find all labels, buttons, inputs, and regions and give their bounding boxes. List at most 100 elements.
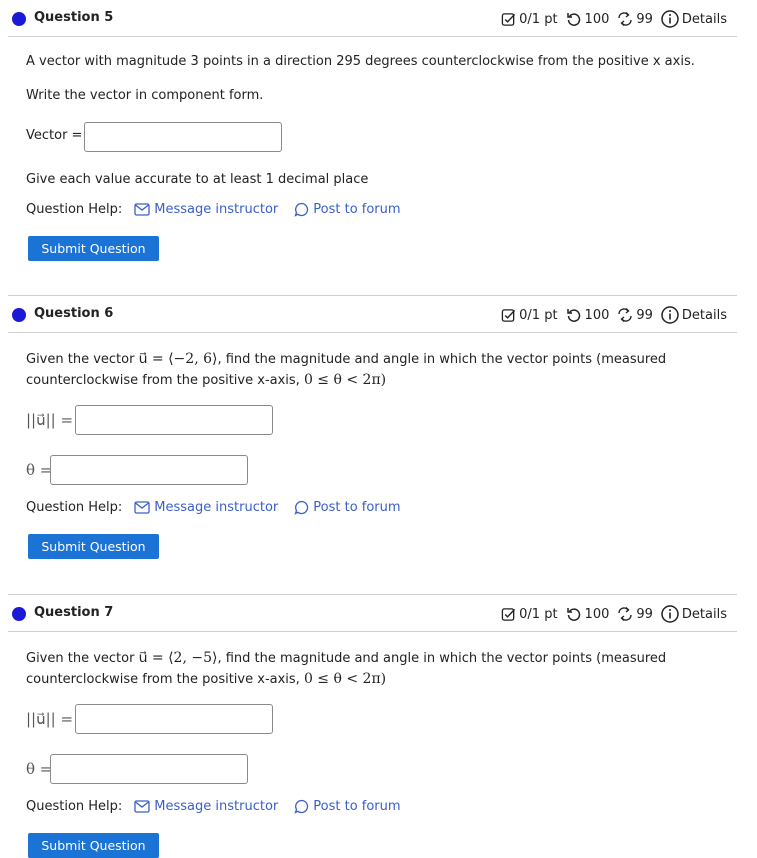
question-6: Question 6 0/1 pt 100 99 Details Given t… (0, 295, 757, 585)
details-text: Details (681, 606, 727, 622)
retries: 100 (566, 11, 610, 27)
magnitude-label: ||u⃗|| = (26, 411, 74, 429)
mail-icon (134, 800, 150, 813)
details-text: Details (681, 11, 727, 27)
question-status-dot (12, 308, 26, 322)
question-title: Question 7 (34, 605, 114, 620)
angle-range-expression: 0 ≤ θ < 2π) (303, 372, 387, 388)
question-meta: 0/1 pt 100 99 Details (493, 305, 727, 325)
score-text: 0/1 pt (519, 307, 558, 323)
details-toggle[interactable]: Details (661, 10, 727, 28)
attempts: 99 (617, 11, 653, 27)
prompt-text: , find the magnitude and angle in which … (217, 352, 667, 367)
divider (8, 332, 737, 333)
mail-icon (134, 203, 150, 216)
retry-icon (566, 13, 580, 26)
question-header: Question 5 0/1 pt 100 99 Details (0, 0, 757, 36)
message-instructor-text: Message instructor (154, 500, 279, 515)
vector-expression: u⃗ = ⟨2, −5⟩ (138, 650, 218, 666)
retries: 100 (566, 307, 610, 323)
info-icon (661, 306, 679, 324)
submit-question-button[interactable]: Submit Question (28, 236, 159, 261)
question-instruction: Write the vector in component form. (26, 88, 264, 103)
score: 0/1 pt (501, 607, 558, 622)
prompt-text: Given the vector (26, 352, 135, 367)
details-toggle[interactable]: Details (661, 605, 727, 623)
theta-input[interactable] (50, 754, 248, 784)
score-checkbox-icon (501, 12, 516, 26)
angle-range-expression: 0 ≤ θ < 2π) (303, 671, 387, 687)
details-text: Details (681, 307, 727, 323)
question-meta: 0/1 pt 100 99 Details (493, 9, 727, 29)
theta-input[interactable] (50, 455, 248, 485)
question-meta: 0/1 pt 100 99 Details (493, 604, 727, 624)
score-text: 0/1 pt (519, 11, 558, 27)
retries-text: 100 (584, 11, 610, 27)
question-status-dot (12, 12, 26, 26)
submit-question-button[interactable]: Submit Question (28, 833, 159, 858)
attempts: 99 (617, 606, 653, 622)
question-prompt: Given the vector u⃗ = ⟨−2, 6⟩, find the … (26, 349, 666, 391)
magnitude-label: ||u⃗|| = (26, 710, 74, 728)
message-instructor-text: Message instructor (154, 202, 279, 217)
retries-text: 100 (584, 307, 610, 323)
question-header: Question 7 0/1 pt 100 99 Details (0, 595, 757, 631)
score: 0/1 pt (501, 11, 558, 27)
retries-text: 100 (584, 606, 610, 622)
post-to-forum-link[interactable]: Post to forum (294, 500, 401, 515)
retry-icon (566, 309, 580, 322)
question-help: Question Help: Message instructor Post t… (26, 202, 401, 217)
attempts-text: 99 (636, 606, 653, 622)
message-instructor-link[interactable]: Message instructor (134, 500, 278, 515)
divider (8, 36, 737, 37)
divider (8, 631, 737, 632)
question-prompt: A vector with magnitude 3 points in a di… (26, 54, 695, 69)
score-checkbox-icon (501, 308, 516, 322)
magnitude-input[interactable] (75, 704, 273, 734)
question-title: Question 6 (34, 306, 114, 321)
post-to-forum-text: Post to forum (313, 500, 401, 515)
prompt-text: counterclockwise from the positive x-axi… (26, 373, 300, 388)
info-icon (661, 605, 679, 623)
score-checkbox-icon (501, 607, 516, 621)
theta-label: θ = (26, 760, 53, 778)
prompt-text: Given the vector (26, 651, 135, 666)
magnitude-input[interactable] (75, 405, 273, 435)
mail-icon (134, 501, 150, 514)
vector-expression: u⃗ = ⟨−2, 6⟩ (138, 351, 218, 367)
prompt-text: counterclockwise from the positive x-axi… (26, 672, 300, 687)
speech-bubble-icon (294, 202, 309, 217)
post-to-forum-text: Post to forum (313, 799, 401, 814)
attempts-text: 99 (636, 307, 653, 323)
question-help-label: Question Help: (26, 202, 123, 217)
retries: 100 (566, 606, 610, 622)
question-5: Question 5 0/1 pt 100 99 Details A vecto… (0, 0, 757, 290)
post-to-forum-link[interactable]: Post to forum (294, 799, 401, 814)
message-instructor-link[interactable]: Message instructor (134, 202, 278, 217)
question-help-label: Question Help: (26, 500, 123, 515)
question-help: Question Help: Message instructor Post t… (26, 799, 401, 814)
retry-icon (566, 608, 580, 621)
attempts: 99 (617, 307, 653, 323)
details-toggle[interactable]: Details (661, 306, 727, 324)
post-to-forum-text: Post to forum (313, 202, 401, 217)
theta-label: θ = (26, 461, 53, 479)
score: 0/1 pt (501, 307, 558, 323)
post-to-forum-link[interactable]: Post to forum (294, 202, 401, 217)
info-icon (661, 10, 679, 28)
question-help-label: Question Help: (26, 799, 123, 814)
submit-question-button[interactable]: Submit Question (28, 534, 159, 559)
attempts-icon (618, 308, 633, 322)
question-header: Question 6 0/1 pt 100 99 Details (0, 296, 757, 332)
vector-label: Vector = (26, 128, 83, 143)
vector-input[interactable] (84, 122, 282, 152)
question-prompt: Given the vector u⃗ = ⟨2, −5⟩, find the … (26, 648, 666, 690)
message-instructor-text: Message instructor (154, 799, 279, 814)
speech-bubble-icon (294, 500, 309, 515)
accuracy-note: Give each value accurate to at least 1 d… (26, 172, 369, 187)
question-title: Question 5 (34, 10, 114, 25)
message-instructor-link[interactable]: Message instructor (134, 799, 278, 814)
attempts-text: 99 (636, 11, 653, 27)
speech-bubble-icon (294, 799, 309, 814)
attempts-icon (618, 607, 633, 621)
